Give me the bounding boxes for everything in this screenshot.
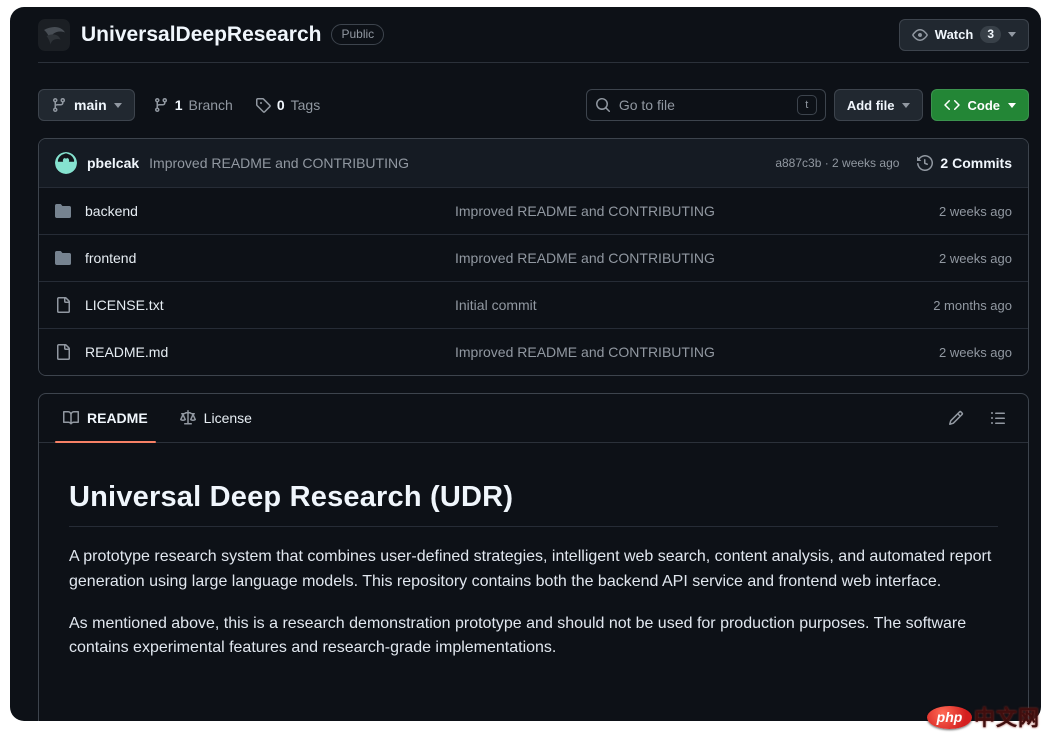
branch-count: 1: [175, 97, 183, 113]
watch-count: 3: [980, 26, 1001, 43]
commit-sha-time[interactable]: a887c3b · 2 weeks ago: [775, 156, 899, 170]
tab-license[interactable]: License: [164, 394, 268, 442]
book-icon: [63, 410, 79, 426]
file-name[interactable]: frontend: [85, 250, 136, 266]
commits-count-label: 2 Commits: [940, 155, 1012, 171]
file-commit-message[interactable]: Improved README and CONTRIBUTING: [455, 250, 862, 266]
repo-header: UniversalDeepResearch Public Watch 3: [38, 7, 1029, 63]
file-commit-message[interactable]: Improved README and CONTRIBUTING: [455, 203, 862, 219]
branch-name: main: [74, 97, 107, 113]
git-branch-icon: [153, 97, 169, 113]
readme-paragraph: As mentioned above, this is a research d…: [69, 612, 998, 662]
search-input[interactable]: [619, 97, 789, 113]
avatar[interactable]: [55, 152, 77, 174]
commit-message[interactable]: Improved README and CONTRIBUTING: [149, 155, 409, 171]
table-row[interactable]: backend Improved README and CONTRIBUTING…: [39, 187, 1028, 234]
repo-title[interactable]: UniversalDeepResearch: [81, 23, 321, 47]
add-file-button[interactable]: Add file: [834, 89, 923, 121]
repo-toolbar: main 1 Branch 0 Tags: [38, 89, 1029, 121]
outline-list-icon[interactable]: [990, 410, 1006, 426]
file-commit-time: 2 weeks ago: [862, 251, 1012, 266]
commit-history-link[interactable]: 2 Commits: [917, 155, 1012, 171]
chevron-down-icon: [1008, 32, 1016, 37]
tab-license-label: License: [204, 410, 252, 426]
file-commit-time: 2 weeks ago: [862, 204, 1012, 219]
watermark: php 中文网: [927, 702, 1040, 732]
table-row[interactable]: frontend Improved README and CONTRIBUTIN…: [39, 234, 1028, 281]
watch-label: Watch: [935, 27, 974, 42]
file-icon: [55, 297, 71, 313]
history-icon: [917, 155, 933, 171]
file-link: LICENSE.txt: [55, 297, 455, 313]
branch-count-label: Branch: [188, 97, 232, 113]
code-button[interactable]: Code: [931, 89, 1030, 121]
org-logo-icon: [38, 19, 70, 51]
search-icon: [595, 97, 611, 113]
repo-avatar[interactable]: [38, 19, 70, 51]
file-link: backend: [55, 203, 455, 219]
file-name[interactable]: LICENSE.txt: [85, 297, 164, 313]
add-file-label: Add file: [847, 98, 895, 113]
tag-count-label: Tags: [291, 97, 321, 113]
file-icon: [55, 344, 71, 360]
file-commit-time: 2 months ago: [862, 298, 1012, 313]
go-to-file-search[interactable]: t: [586, 89, 826, 121]
tab-readme-label: README: [87, 410, 148, 426]
tag-icon: [255, 97, 271, 113]
chevron-down-icon: [902, 103, 910, 108]
readme-paragraph: A prototype research system that combine…: [69, 545, 998, 595]
table-row[interactable]: README.md Improved README and CONTRIBUTI…: [39, 328, 1028, 375]
repo-page: UniversalDeepResearch Public Watch 3 mai…: [10, 7, 1041, 721]
tab-readme[interactable]: README: [47, 394, 164, 442]
latest-commit-bar: pbelcak Improved README and CONTRIBUTING…: [39, 139, 1028, 187]
eye-icon: [912, 27, 928, 43]
code-icon: [944, 97, 960, 113]
git-branch-icon: [51, 97, 67, 113]
shortcut-key-badge: t: [797, 95, 817, 115]
file-commit-message[interactable]: Initial commit: [455, 297, 862, 313]
watermark-text: 中文网: [974, 702, 1040, 732]
file-browser-card: pbelcak Improved README and CONTRIBUTING…: [38, 138, 1029, 376]
chevron-down-icon: [114, 103, 122, 108]
chevron-down-icon: [1008, 103, 1016, 108]
commit-author[interactable]: pbelcak: [87, 155, 139, 171]
folder-icon: [55, 250, 71, 266]
tags-link[interactable]: 0 Tags: [255, 97, 320, 113]
watermark-logo: php: [927, 706, 972, 729]
folder-icon: [55, 203, 71, 219]
readme-content: Universal Deep Research (UDR) A prototyp…: [39, 443, 1028, 708]
law-scales-icon: [180, 410, 196, 426]
branches-link[interactable]: 1 Branch: [153, 97, 233, 113]
file-commit-time: 2 weeks ago: [862, 345, 1012, 360]
file-name[interactable]: README.md: [85, 344, 168, 360]
file-name[interactable]: backend: [85, 203, 138, 219]
readme-card: README License Universal Deep Research (…: [38, 393, 1029, 721]
file-link: README.md: [55, 344, 455, 360]
readme-heading: Universal Deep Research (UDR): [69, 481, 998, 527]
pencil-icon[interactable]: [948, 410, 964, 426]
file-commit-message[interactable]: Improved README and CONTRIBUTING: [455, 344, 862, 360]
visibility-badge: Public: [331, 24, 384, 45]
file-link: frontend: [55, 250, 455, 266]
readme-tab-bar: README License: [39, 394, 1028, 443]
tag-count: 0: [277, 97, 285, 113]
table-row[interactable]: LICENSE.txt Initial commit 2 months ago: [39, 281, 1028, 328]
branch-selector[interactable]: main: [38, 89, 135, 121]
watch-button[interactable]: Watch 3: [899, 19, 1029, 51]
code-button-label: Code: [968, 98, 1001, 113]
